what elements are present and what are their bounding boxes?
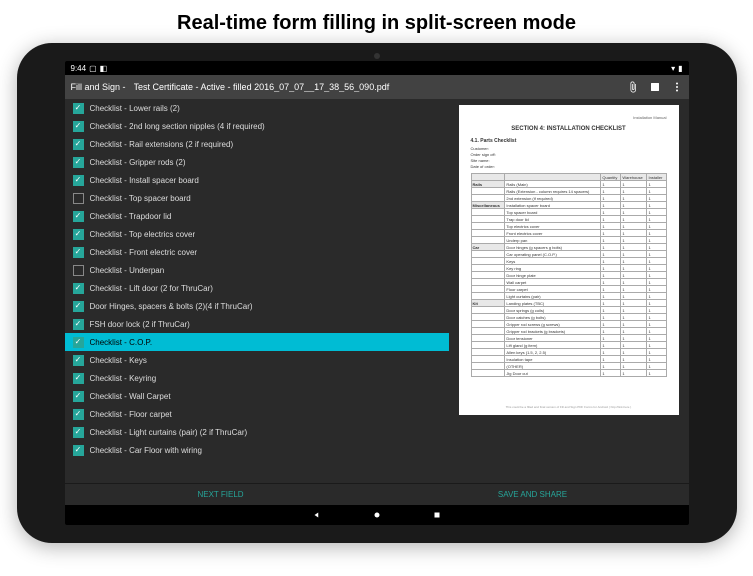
list-item[interactable]: Checklist - Keys: [65, 351, 449, 369]
pdf-field: Site name:: [471, 158, 667, 163]
list-item[interactable]: Door Hinges, spacers & bolts (2)(4 if Th…: [65, 297, 449, 315]
list-item[interactable]: Checklist - Floor carpet: [65, 405, 449, 423]
tablet-frame: 9:44 ▢ ◧ ▾ ▮ Fill and Sign - Test Certif…: [17, 43, 737, 543]
list-item-label: Checklist - Floor carpet: [90, 410, 172, 419]
nav-back-icon[interactable]: [312, 510, 322, 520]
checklist[interactable]: Checklist - Lower rails (2) Checklist - 2…: [65, 99, 449, 483]
list-item-label: Checklist - Top electrics cover: [90, 230, 196, 239]
list-item[interactable]: Checklist - Top electrics cover: [65, 225, 449, 243]
checkbox-icon[interactable]: [73, 175, 84, 186]
nav-home-icon[interactable]: [372, 510, 382, 520]
caption-text: Real-time form filling in split-screen m…: [0, 0, 753, 43]
list-item[interactable]: Checklist - Install spacer board: [65, 171, 449, 189]
screen: 9:44 ▢ ◧ ▾ ▮ Fill and Sign - Test Certif…: [65, 61, 689, 525]
checkbox-icon[interactable]: [73, 355, 84, 366]
checkbox-icon[interactable]: [73, 427, 84, 438]
status-bar: 9:44 ▢ ◧ ▾ ▮: [65, 61, 689, 75]
list-item-label: Checklist - Lower rails (2): [90, 104, 180, 113]
pdf-subtitle: 4.1. Parts Checklist: [471, 138, 667, 144]
crop-icon: ▢: [89, 64, 97, 73]
list-item-label: Checklist - Underpan: [90, 266, 165, 275]
list-item[interactable]: Checklist - Light curtains (pair) (2 if …: [65, 423, 449, 441]
camera-dot: [374, 53, 380, 59]
checkbox-icon[interactable]: [73, 193, 84, 204]
checkbox-icon[interactable]: [73, 229, 84, 240]
list-item[interactable]: Checklist - Underpan: [65, 261, 449, 279]
checkbox-icon[interactable]: [73, 157, 84, 168]
list-item-label: Checklist - Keys: [90, 356, 147, 365]
list-item[interactable]: Checklist - Lift door (2 for ThruCar): [65, 279, 449, 297]
list-item-label: FSH door lock (2 if ThruCar): [90, 320, 190, 329]
list-item-label: Checklist - Front electric cover: [90, 248, 198, 257]
list-item[interactable]: Checklist - Gripper rods (2): [65, 153, 449, 171]
app-filename: Test Certificate - Active - filled 2016_…: [134, 82, 619, 92]
list-item-label: Door Hinges, spacers & bolts (2)(4 if Th…: [90, 302, 253, 311]
checkbox-icon[interactable]: [73, 373, 84, 384]
layers-icon: ◧: [100, 64, 108, 73]
checkbox-icon[interactable]: [73, 445, 84, 456]
status-time: 9:44: [71, 64, 87, 73]
list-item[interactable]: Checklist - Wall Carpet: [65, 387, 449, 405]
list-item-label: Checklist - Light curtains (pair) (2 if …: [90, 428, 248, 437]
pdf-title: SECTION 4: INSTALLATION CHECKLIST: [471, 126, 667, 132]
list-item[interactable]: Checklist - Trapdoor lid: [65, 207, 449, 225]
list-item[interactable]: Checklist - Car Floor with wiring: [65, 441, 449, 459]
checkbox-icon[interactable]: [73, 319, 84, 330]
checkbox-icon[interactable]: [73, 337, 84, 348]
pdf-field: Date of order:: [471, 164, 667, 169]
list-item-label: Checklist - C.O.P.: [90, 338, 153, 347]
list-item-label: Checklist - Rail extensions (2 if requir…: [90, 140, 234, 149]
checkbox-icon[interactable]: [73, 103, 84, 114]
attachment-icon[interactable]: [627, 81, 639, 93]
bottom-actions: NEXT FIELD SAVE AND SHARE: [65, 483, 689, 505]
right-panel[interactable]: Installation Manual SECTION 4: INSTALLAT…: [449, 99, 689, 483]
checkbox-icon[interactable]: [73, 283, 84, 294]
list-item[interactable]: FSH door lock (2 if ThruCar): [65, 315, 449, 333]
app-bar: Fill and Sign - Test Certificate - Activ…: [65, 75, 689, 99]
list-item[interactable]: Checklist - Front electric cover: [65, 243, 449, 261]
list-item-label: Checklist - Lift door (2 for ThruCar): [90, 284, 213, 293]
list-item[interactable]: Checklist - C.O.P.: [65, 333, 449, 351]
checkbox-icon[interactable]: [73, 391, 84, 402]
pdf-field: Order sign off:: [471, 152, 667, 157]
app-title: Fill and Sign -: [71, 82, 126, 92]
next-field-button[interactable]: NEXT FIELD: [65, 484, 377, 505]
more-icon[interactable]: [671, 81, 683, 93]
list-item-label: Checklist - Top spacer board: [90, 194, 191, 203]
list-item-label: Checklist - Gripper rods (2): [90, 158, 186, 167]
checkbox-icon[interactable]: [73, 265, 84, 276]
checkbox-icon[interactable]: [73, 121, 84, 132]
list-item[interactable]: Checklist - 2nd long section nipples (4 …: [65, 117, 449, 135]
pdf-fields: Customer:Order sign off:Site name:Date o…: [471, 146, 667, 169]
pdf-header-right: Installation Manual: [471, 115, 667, 120]
page-icon[interactable]: [649, 81, 661, 93]
list-item-label: Checklist - Car Floor with wiring: [90, 446, 202, 455]
checkbox-icon[interactable]: [73, 211, 84, 222]
list-item[interactable]: Checklist - Rail extensions (2 if requir…: [65, 135, 449, 153]
list-item-label: Checklist - 2nd long section nipples (4 …: [90, 122, 265, 131]
pdf-footer: This could be a filled and final version…: [471, 405, 667, 409]
content-area: Checklist - Lower rails (2) Checklist - 2…: [65, 99, 689, 483]
list-item[interactable]: Checklist - Top spacer board: [65, 189, 449, 207]
wifi-icon: ▾: [671, 64, 675, 73]
pdf-field: Customer:: [471, 146, 667, 151]
list-item-label: Checklist - Install spacer board: [90, 176, 199, 185]
save-share-button[interactable]: SAVE AND SHARE: [377, 484, 689, 505]
list-item-label: Checklist - Wall Carpet: [90, 392, 171, 401]
checkbox-icon[interactable]: [73, 247, 84, 258]
list-item[interactable]: Checklist - Lower rails (2): [65, 99, 449, 117]
pdf-preview[interactable]: Installation Manual SECTION 4: INSTALLAT…: [459, 105, 679, 415]
list-item-label: Checklist - Trapdoor lid: [90, 212, 172, 221]
list-item[interactable]: Checklist - Keyring: [65, 369, 449, 387]
nav-recent-icon[interactable]: [432, 510, 442, 520]
left-panel: Checklist - Lower rails (2) Checklist - 2…: [65, 99, 449, 483]
checkbox-icon[interactable]: [73, 301, 84, 312]
battery-icon: ▮: [678, 64, 682, 73]
pdf-table: QuantityWarehouseInstallerRailsRails (Ma…: [471, 173, 667, 377]
nav-bar: [65, 505, 689, 525]
checkbox-icon[interactable]: [73, 409, 84, 420]
checkbox-icon[interactable]: [73, 139, 84, 150]
list-item-label: Checklist - Keyring: [90, 374, 157, 383]
